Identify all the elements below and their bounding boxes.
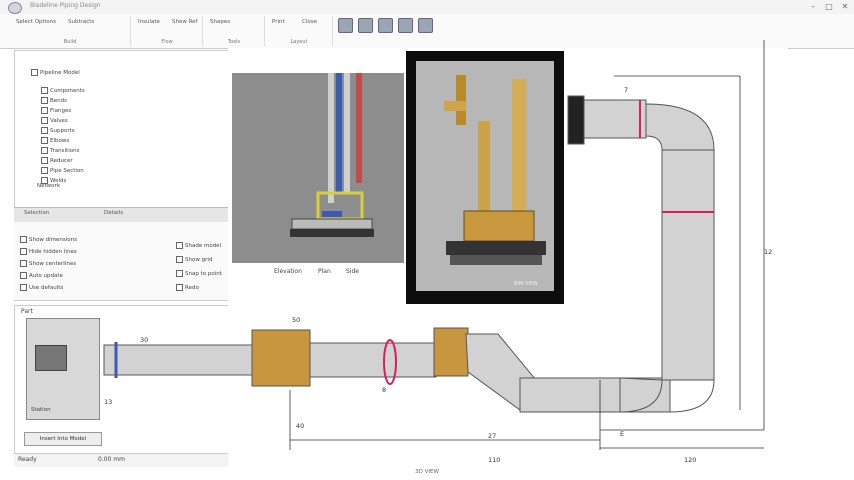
flange-assembly [251, 329, 311, 387]
pipe-drawing [103, 40, 765, 450]
dim-label-bottom-mid: 110 [488, 456, 501, 464]
pipe-elbow-bottom-outer [669, 379, 715, 413]
pipe-segment-middle [309, 342, 437, 378]
dim-label-d1: 30 [140, 336, 149, 344]
dim-label-d2: 50 [292, 316, 301, 324]
pipe-segment-left [103, 344, 255, 376]
dim-label-d4: 40 [296, 422, 305, 430]
dim-label-d6: 8 [382, 386, 387, 394]
dim-label-right: 12 [764, 248, 773, 256]
dim-label-d5: E [620, 430, 625, 438]
dim-label-bottom-left: 27 [488, 432, 497, 440]
pipe-elbow-top [645, 103, 715, 151]
pipe-segment-top [583, 99, 647, 139]
pipe-riser [661, 149, 715, 381]
dim-label-top: 7 [624, 86, 629, 94]
viewport-caption: 3D VIEW [415, 469, 439, 475]
dim-label-bottom-right: 120 [684, 456, 697, 464]
flange-small [433, 327, 469, 377]
dim-label-d3: 13 [104, 398, 113, 406]
pipe-end-flange [567, 95, 585, 145]
